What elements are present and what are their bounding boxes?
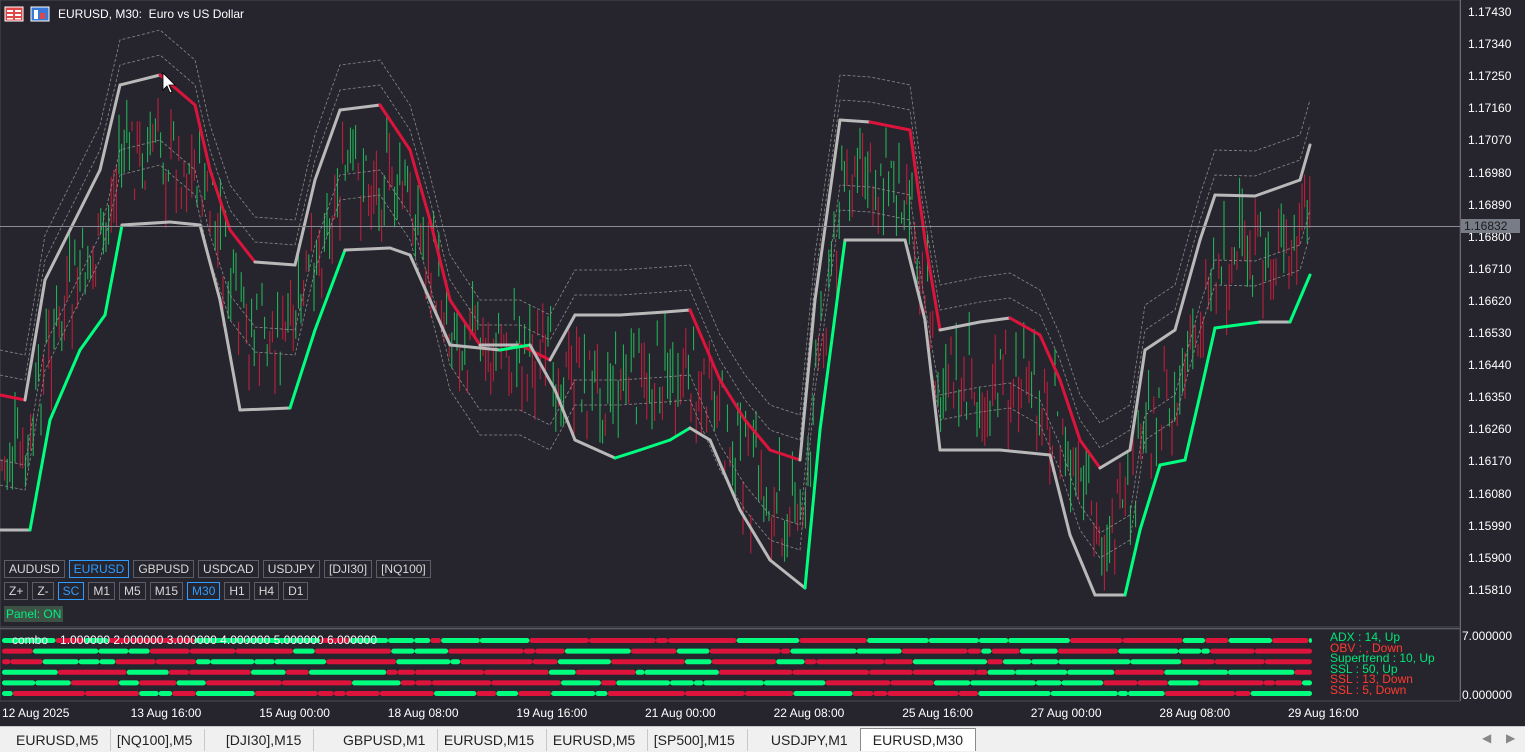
price-tick: 1.17070 bbox=[1468, 133, 1512, 148]
control-button[interactable]: SC bbox=[57, 582, 85, 600]
chart-window[interactable]: EURUSD, M30: Euro vs US Dollar 1.17430 1.… bbox=[0, 0, 1525, 726]
timeframe-button[interactable]: M15 bbox=[149, 582, 184, 600]
chart-tab[interactable]: [DJI30],M15 bbox=[214, 729, 315, 751]
price-tick: 1.16350 bbox=[1468, 390, 1512, 405]
chart-tab[interactable]: [NQ100],M5 bbox=[105, 729, 206, 751]
timeframe-button[interactable]: H4 bbox=[253, 582, 280, 600]
price-tick: 1.16170 bbox=[1468, 454, 1512, 469]
scroll-left-icon[interactable]: ◀ bbox=[1482, 731, 1491, 745]
timeframe-button[interactable]: M30 bbox=[187, 582, 221, 600]
chart-header: EURUSD, M30: Euro vs US Dollar bbox=[4, 5, 244, 23]
price-chart[interactable] bbox=[0, 0, 1525, 726]
timeframe-button[interactable]: D1 bbox=[283, 582, 309, 600]
time-tick: 28 Aug 08:00 bbox=[1159, 706, 1231, 720]
price-tick: 1.17250 bbox=[1468, 69, 1512, 84]
indicator-levels: 1.000000 2.000000 3.000000 4.000000 5.00… bbox=[60, 633, 378, 647]
chart-tab[interactable]: [SP500],M15 bbox=[642, 729, 748, 751]
chart-tab[interactable]: EURUSD,M15 bbox=[432, 729, 548, 751]
time-tick: 18 Aug 08:00 bbox=[387, 706, 459, 720]
price-tick: 1.17430 bbox=[1468, 5, 1512, 19]
chart-tab[interactable]: USDJPY,M1 bbox=[759, 729, 861, 751]
price-tick: 1.17160 bbox=[1468, 101, 1512, 116]
price-tick: 1.16620 bbox=[1468, 293, 1512, 308]
indicator-name: combo bbox=[12, 633, 49, 647]
price-tick: 1.16890 bbox=[1468, 197, 1512, 212]
price-tick: 1.16530 bbox=[1468, 326, 1512, 340]
subwindow-scale-max: 7.000000 bbox=[1462, 629, 1513, 643]
ssl-lines bbox=[0, 73, 1312, 597]
current-price-label: 1.16832 bbox=[1461, 219, 1520, 233]
time-tick: 25 Aug 16:00 bbox=[902, 706, 973, 720]
price-tick: 1.16980 bbox=[1468, 165, 1512, 180]
signal-entry: SSL : 5, Down bbox=[1330, 682, 1407, 697]
timeframe-button[interactable]: M1 bbox=[88, 582, 116, 600]
chart-tab[interactable]: EURUSD,M30 bbox=[859, 728, 977, 751]
symbol-button[interactable]: [NQ100] bbox=[376, 560, 431, 578]
symbol-button[interactable]: [DJI30] bbox=[324, 560, 373, 578]
time-tick: 13 Aug 16:00 bbox=[130, 706, 202, 720]
timeframe-button[interactable]: H1 bbox=[224, 582, 250, 600]
time-tick: 19 Aug 16:00 bbox=[516, 706, 588, 720]
price-tick: 1.17340 bbox=[1468, 37, 1512, 52]
price-tick: 1.16080 bbox=[1468, 486, 1512, 501]
price-tick: 1.16260 bbox=[1468, 422, 1512, 437]
time-tick: 12 Aug 2025 bbox=[2, 706, 70, 720]
price-tick: 1.16710 bbox=[1468, 261, 1512, 276]
time-tick: 22 Aug 08:00 bbox=[773, 706, 845, 720]
price-tick: 1.16440 bbox=[1468, 358, 1512, 373]
control-button[interactable]: Z+ bbox=[4, 582, 29, 600]
symbol-button[interactable]: USDJPY bbox=[262, 560, 321, 578]
chart-tab[interactable]: EURUSD,M5 bbox=[541, 729, 649, 751]
price-tick: 1.15900 bbox=[1468, 550, 1512, 565]
candlesticks bbox=[1, 98, 1311, 591]
chart-tab-bar: EURUSD,M5 [NQ100],M5 [DJI30],M15 GBPUSD,M1 E… bbox=[0, 726, 1525, 752]
control-button[interactable]: Z- bbox=[32, 582, 54, 600]
time-tick: 27 Aug 00:00 bbox=[1030, 706, 1102, 720]
grid-icon[interactable] bbox=[4, 6, 24, 22]
subwindow-scale-min: 0.000000 bbox=[1462, 688, 1513, 702]
scroll-right-icon[interactable]: ▶ bbox=[1506, 731, 1515, 745]
symbol-button[interactable]: GBPUSD bbox=[133, 560, 195, 578]
timeframe-button[interactable]: M5 bbox=[119, 582, 146, 600]
chart-title: EURUSD, M30: Euro vs US Dollar bbox=[58, 7, 245, 21]
panel-status-badge[interactable]: Panel: ON bbox=[4, 606, 64, 622]
time-tick: 21 Aug 00:00 bbox=[645, 706, 716, 720]
price-tick: 1.15810 bbox=[1468, 582, 1512, 597]
timeframe-buttons: Z+ Z- SC M1 M5 M15 M30 H1 H4 D1 bbox=[4, 582, 309, 600]
one-click-trading-icon[interactable] bbox=[30, 6, 50, 22]
time-tick: 29 Aug 16:00 bbox=[1288, 706, 1359, 720]
symbol-button[interactable]: AUDUSD bbox=[4, 560, 65, 578]
symbol-buttons: AUDUSD EURUSD GBPUSD USDCAD USDJPY [DJI30] [NQ… bbox=[4, 560, 431, 578]
chart-tab[interactable]: EURUSD,M5 bbox=[4, 729, 112, 751]
mouse-cursor-icon bbox=[162, 72, 176, 94]
symbol-button[interactable]: EURUSD bbox=[68, 560, 130, 578]
subwindow-legend: combo 1.000000 2.000000 3.000000 4.000000… bbox=[12, 633, 377, 647]
time-tick: 15 Aug 00:00 bbox=[259, 706, 330, 720]
price-tick: 1.15990 bbox=[1468, 518, 1512, 533]
symbol-button[interactable]: USDCAD bbox=[198, 560, 259, 578]
chart-tab[interactable]: GBPUSD,M1 bbox=[331, 729, 439, 751]
